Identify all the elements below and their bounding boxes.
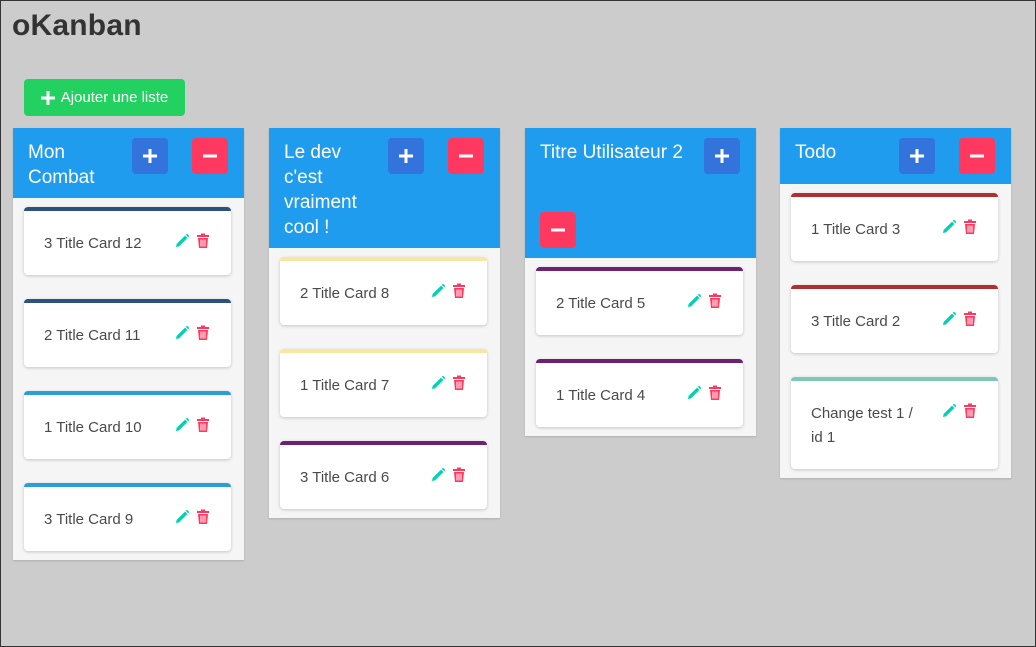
plus-icon [715,149,729,163]
card[interactable]: 3 Title Card 6 [280,441,487,509]
card[interactable]: 2 Title Card 5 [536,267,743,335]
trash-icon[interactable] [451,467,467,483]
pencil-icon[interactable] [686,293,702,309]
trash-icon[interactable] [707,293,723,309]
plus-icon [143,149,157,163]
list-title[interactable]: Todo [795,140,887,165]
card-title: 3 Title Card 2 [811,313,901,330]
add-card-button[interactable] [132,138,168,174]
add-card-button[interactable] [899,138,935,174]
trash-icon[interactable] [962,311,978,327]
card[interactable]: 2 Title Card 11 [24,299,231,367]
card[interactable]: 2 Title Card 8 [280,257,487,325]
trash-icon[interactable] [451,283,467,299]
pencil-icon[interactable] [686,385,702,401]
card[interactable]: 3 Title Card 12 [24,207,231,275]
card[interactable]: 3 Title Card 9 [24,483,231,551]
minus-icon [459,154,473,158]
pencil-icon[interactable] [941,403,957,419]
card-title: 1 Title Card 4 [556,387,646,404]
card[interactable]: 1 Title Card 10 [24,391,231,459]
delete-list-button[interactable] [192,138,228,174]
card-title: 3 Title Card 6 [300,469,390,486]
pencil-icon[interactable] [941,311,957,327]
plus-icon [399,149,413,163]
trash-icon[interactable] [962,219,978,235]
list: Titre Utilisateur 2 2 Title Card 5 1 Tit… [525,128,756,436]
pencil-icon[interactable] [174,325,190,341]
trash-icon[interactable] [195,325,211,341]
card-title: 2 Title Card 8 [300,285,390,302]
card-title: 1 Title Card 7 [300,377,390,394]
card[interactable]: Change test 1 / id 1 [791,377,998,469]
card[interactable]: 1 Title Card 3 [791,193,998,261]
pencil-icon[interactable] [430,467,446,483]
delete-list-button[interactable] [540,212,576,248]
plus-icon [40,90,55,105]
add-card-button[interactable] [704,138,740,174]
card[interactable]: 3 Title Card 2 [791,285,998,353]
pencil-icon[interactable] [174,233,190,249]
delete-list-button[interactable] [448,138,484,174]
trash-icon[interactable] [707,385,723,401]
trash-icon[interactable] [195,417,211,433]
list-header: Mon Combat [13,128,244,198]
card-title: 2 Title Card 5 [556,295,646,312]
trash-icon[interactable] [451,375,467,391]
list: Mon Combat 3 Title Card 12 2 Title Card … [13,128,244,560]
list-title[interactable]: Mon Combat [28,140,120,190]
plus-icon [910,149,924,163]
add-list-label: Ajouter une liste [60,89,169,106]
trash-icon[interactable] [195,233,211,249]
pencil-icon[interactable] [941,219,957,235]
card-title: Change test 1 / id 1 [811,405,913,446]
list-header: Le dev c'est vraiment cool ! [269,128,500,248]
list: Todo 1 Title Card 3 3 Title Card 2 Chang… [780,128,1011,478]
card-title: 3 Title Card 9 [44,511,134,528]
add-list-button[interactable]: Ajouter une liste [24,79,185,116]
card-title: 1 Title Card 3 [811,221,901,238]
list-title[interactable]: Le dev c'est vraiment cool ! [284,140,376,240]
app-title: oKanban [12,9,142,42]
card-title: 2 Title Card 11 [44,327,141,344]
add-card-button[interactable] [388,138,424,174]
list-header: Todo [780,128,1011,184]
list-header: Titre Utilisateur 2 [525,128,756,258]
list: Le dev c'est vraiment cool ! 2 Title Car… [269,128,500,518]
list-title[interactable]: Titre Utilisateur 2 [540,140,690,165]
pencil-icon[interactable] [174,509,190,525]
card-title: 3 Title Card 12 [44,235,142,252]
minus-icon [203,154,217,158]
minus-icon [551,228,565,232]
delete-list-button[interactable] [959,138,995,174]
card-title: 1 Title Card 10 [44,419,142,436]
pencil-icon[interactable] [430,283,446,299]
minus-icon [970,154,984,158]
pencil-icon[interactable] [430,375,446,391]
card[interactable]: 1 Title Card 4 [536,359,743,427]
trash-icon[interactable] [195,509,211,525]
trash-icon[interactable] [962,403,978,419]
pencil-icon[interactable] [174,417,190,433]
card[interactable]: 1 Title Card 7 [280,349,487,417]
